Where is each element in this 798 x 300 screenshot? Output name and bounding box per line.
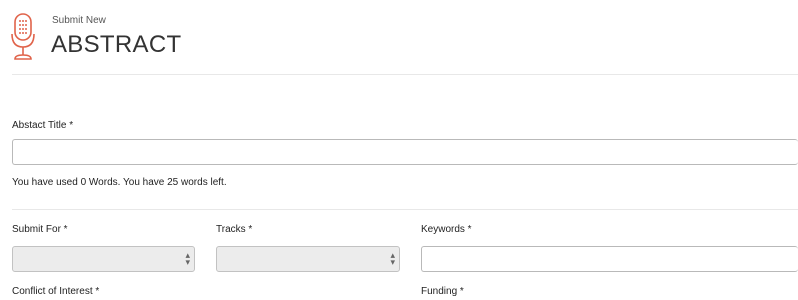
tracks-select[interactable]: ▴ ▾ bbox=[216, 246, 400, 272]
page-title: ABSTRACT bbox=[51, 31, 182, 58]
microphone-icon bbox=[11, 13, 35, 60]
funding-label: Funding * bbox=[421, 286, 464, 297]
conflict-of-interest-label: Conflict of Interest * bbox=[12, 286, 100, 297]
tracks-label: Tracks * bbox=[216, 224, 253, 235]
abstract-title-label: Abstact Title * bbox=[12, 120, 74, 131]
submit-for-select[interactable]: ▴ ▾ bbox=[12, 246, 195, 272]
header-divider bbox=[12, 74, 798, 75]
section-divider bbox=[12, 209, 798, 210]
abstract-title-input[interactable] bbox=[12, 139, 798, 165]
keywords-label: Keywords * bbox=[421, 224, 472, 235]
submit-for-label: Submit For * bbox=[12, 224, 68, 235]
select-arrows-icon: ▴ ▾ bbox=[390, 250, 395, 267]
header-subtitle: Submit New bbox=[52, 15, 106, 26]
page-header: Submit New ABSTRACT bbox=[0, 0, 798, 74]
word-count-help: You have used 0 Words. You have 25 words… bbox=[12, 177, 227, 188]
keywords-input[interactable] bbox=[421, 246, 798, 272]
select-arrows-icon: ▴ ▾ bbox=[185, 250, 190, 267]
